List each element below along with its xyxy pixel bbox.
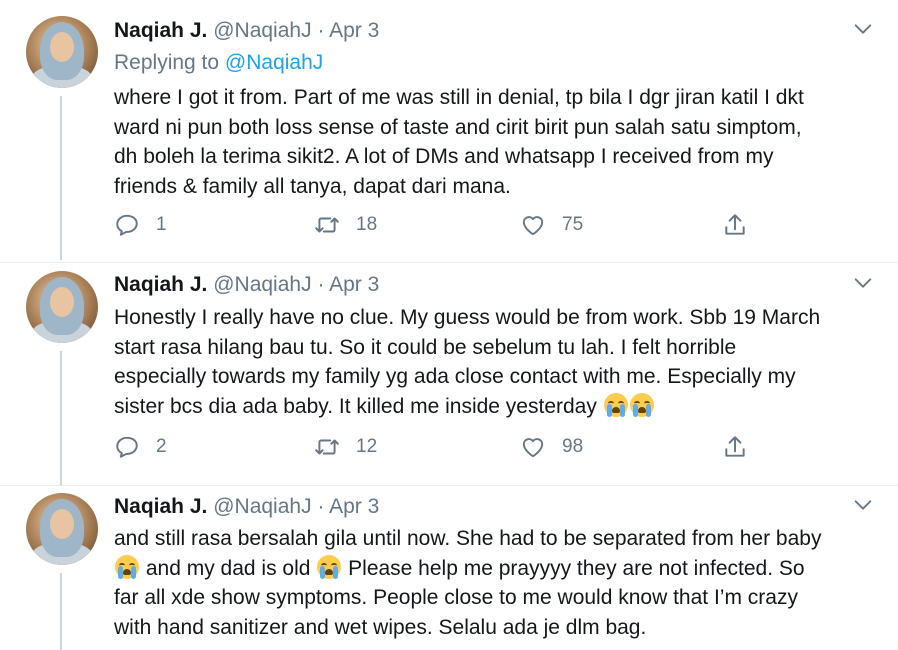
replying-prefix: Replying to	[114, 51, 220, 74]
tweet-2[interactable]: Naqiah J. @NaqiahJ · Apr 3 Honestly I re…	[0, 263, 898, 486]
like-button[interactable]: 98	[520, 432, 583, 462]
thread-line	[60, 573, 62, 650]
tweet-header: Naqiah J. @NaqiahJ · Apr 3	[114, 271, 379, 299]
tweet-text: where I got it from. Part of me was stil…	[114, 83, 884, 201]
reply-count: 2	[156, 436, 167, 457]
tweet-text-segment: sister bcs dia ada baby. It killed me in…	[114, 394, 597, 418]
tweet-1[interactable]: Naqiah J. @NaqiahJ · Apr 3 Replying to @…	[0, 0, 898, 262]
avatar[interactable]	[26, 271, 98, 343]
like-count: 75	[562, 214, 584, 235]
like-button[interactable]: 75	[520, 210, 583, 240]
crying-face-icon	[317, 554, 342, 579]
chevron-down-icon[interactable]	[852, 272, 874, 294]
tweet-actions: 1 18 75	[114, 210, 774, 240]
tweet-text-line: and still rasa bersalah gila until now. …	[114, 527, 822, 550]
retweet-icon	[315, 439, 339, 455]
display-name[interactable]: Naqiah J.	[114, 273, 207, 296]
replying-to: Replying to @NaqiahJ	[114, 49, 323, 77]
share-button[interactable]	[722, 210, 748, 240]
tweet-text-line: Honestly I really have no clue. My guess…	[114, 306, 821, 329]
share-icon	[725, 436, 745, 457]
tweet-date[interactable]: Apr 3	[329, 495, 379, 518]
crying-face-icon	[115, 554, 139, 579]
share-icon	[725, 214, 745, 235]
tweet-header: Naqiah J. @NaqiahJ · Apr 3	[114, 17, 379, 45]
tweet-date[interactable]: Apr 3	[329, 19, 379, 42]
chevron-down-icon[interactable]	[852, 494, 874, 516]
tweet-text: and still rasa bersalah gila until now. …	[114, 524, 884, 642]
heart-icon	[522, 438, 544, 458]
display-name[interactable]: Naqiah J.	[114, 495, 207, 518]
tweet-text: Honestly I really have no clue. My guess…	[114, 303, 884, 421]
reply-button[interactable]: 2	[114, 432, 167, 462]
tweet-text-line: sister bcs dia ada baby. It killed me in…	[114, 392, 884, 422]
tweet-header: Naqiah J. @NaqiahJ · Apr 3	[114, 493, 379, 521]
tweet-text-segment: Please help me prayyyy they are not infe…	[348, 556, 805, 580]
tweet-text-line: especially towards my family yg ada clos…	[114, 365, 796, 388]
tweet-3[interactable]: Naqiah J. @NaqiahJ · Apr 3 and still ras…	[0, 486, 898, 650]
thread-line	[60, 351, 62, 485]
tweet-text-line: and my dad is old Please help me prayyyy…	[114, 554, 884, 584]
reply-count: 1	[156, 214, 167, 235]
avatar[interactable]	[26, 493, 98, 565]
tweet-text-line: with hand sanitizer and wet wipes. Selal…	[114, 615, 647, 639]
tweet-date[interactable]: Apr 3	[329, 273, 379, 296]
tweet-text-line: far all xde show symptoms. People close …	[114, 586, 798, 609]
avatar[interactable]	[26, 16, 98, 88]
tweet-text-line: where I got it from. Part of me was stil…	[114, 86, 804, 109]
retweet-count: 18	[356, 214, 378, 235]
tweet-text-line: start rasa hilang bau tu. So it could be…	[114, 335, 737, 359]
tweet-text-segment: and my dad is old	[145, 556, 311, 580]
crying-face-icon	[603, 392, 628, 417]
chevron-down-icon[interactable]	[852, 18, 874, 40]
user-handle[interactable]: @NaqiahJ	[213, 273, 311, 296]
retweet-icon	[315, 217, 339, 233]
separator-dot: ·	[317, 19, 325, 42]
retweet-button[interactable]: 12	[314, 432, 377, 462]
tweet-text-line: friends & family all tanya, dapat dari m…	[114, 174, 511, 198]
replying-to-link[interactable]: @NaqiahJ	[225, 51, 323, 74]
reply-button[interactable]: 1	[114, 210, 167, 240]
retweet-button[interactable]: 18	[314, 210, 377, 240]
separator-dot: ·	[317, 495, 325, 518]
tweet-actions: 2 12 98	[114, 432, 774, 462]
like-count: 98	[562, 436, 584, 457]
thread-line	[60, 96, 62, 260]
user-handle[interactable]: @NaqiahJ	[213, 19, 311, 42]
crying-face-icon	[629, 392, 654, 417]
tweet-text-line: dh boleh la terima sikit2. A lot of DMs …	[114, 145, 774, 168]
separator-dot: ·	[317, 273, 325, 296]
share-button[interactable]	[722, 432, 748, 462]
display-name[interactable]: Naqiah J.	[114, 19, 207, 42]
reply-icon	[116, 436, 138, 458]
user-handle[interactable]: @NaqiahJ	[213, 495, 311, 518]
reply-icon	[116, 214, 138, 236]
tweet-text-line: ward ni pun both loss sense of taste and…	[114, 115, 802, 139]
retweet-count: 12	[356, 436, 378, 457]
heart-icon	[522, 216, 544, 236]
